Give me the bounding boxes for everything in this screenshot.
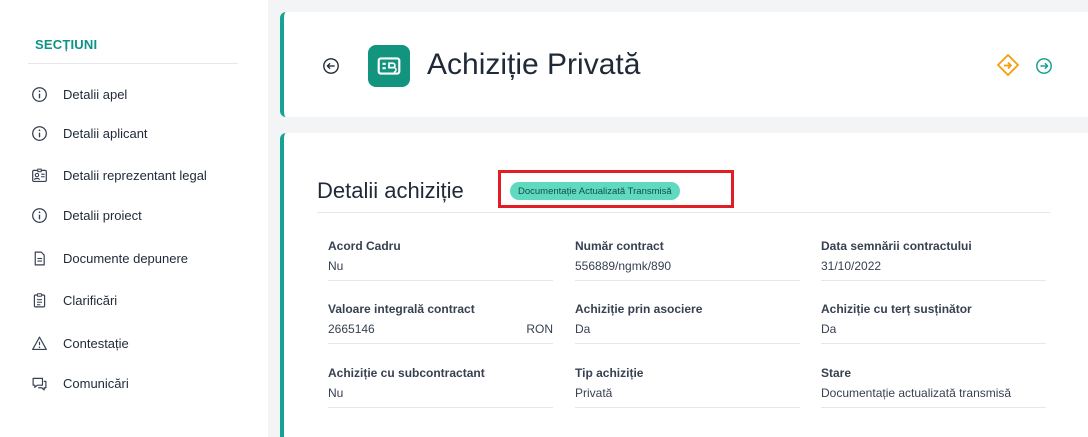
clipboard-icon (30, 291, 48, 309)
field-label: Tip achiziție (575, 366, 644, 380)
page-title: Achiziție Privată (427, 48, 641, 81)
sidebar-item-label: Documente depunere (63, 250, 189, 266)
field-divider (575, 280, 800, 281)
document-icon (30, 249, 48, 267)
field-tip-achizitie: Tip achiziție Privată (575, 366, 800, 408)
highlight-box (498, 170, 734, 208)
sidebar-item-label: Detalii apel (63, 86, 128, 102)
details-card: Detalii achiziție Documentație Actualiza… (280, 133, 1088, 437)
page-header: Achiziție Privată (280, 12, 1088, 117)
title-divider (317, 212, 1050, 213)
field-value-row: 2665146 RON (328, 322, 553, 336)
field-data-semnarii: Data semnării contractului 31/10/2022 (821, 239, 1046, 281)
sidebar-item-label: Comunicări (63, 375, 129, 391)
field-value: Documentație actualizată transmisă (821, 386, 1012, 400)
field-label: Număr contract (575, 239, 664, 253)
field-tert-sustinator: Achiziție cu terț susținător Da (821, 302, 1046, 344)
field-divider (328, 343, 553, 344)
field-divider (328, 407, 553, 408)
info-icon (30, 85, 48, 103)
info-icon (30, 206, 48, 224)
sidebar-item-label: Contestație (63, 335, 129, 351)
forward-arrow-icon[interactable] (1035, 57, 1053, 75)
field-divider (328, 280, 553, 281)
sidebar-item-documente-depunere[interactable]: Documente depunere (28, 245, 253, 271)
info-icon (30, 124, 48, 142)
field-numar-contract: Număr contract 556889/ngmk/890 (575, 239, 800, 281)
sidebar-divider (28, 63, 238, 64)
field-label: Data semnării contractului (821, 239, 972, 253)
field-acord-cadru: Acord Cadru Nu (328, 239, 553, 281)
field-stare: Stare Documentație actualizată transmisă (821, 366, 1046, 408)
field-value: Da (821, 322, 837, 336)
sidebar-item-label: Detalii aplicant (63, 125, 148, 141)
sidebar: SECȚIUNI Detalii apel Detalii aplicant D… (0, 0, 268, 437)
field-label: Achiziție prin asociere (575, 302, 703, 316)
sidebar-item-detalii-reprezentant-legal[interactable]: Detalii reprezentant legal (28, 162, 253, 188)
field-valoare-contract: Valoare integrală contract 2665146 RON (328, 302, 553, 344)
sidebar-item-label: Detalii reprezentant legal (63, 167, 207, 183)
sidebar-item-label: Clarificări (63, 292, 118, 308)
sidebar-item-clarificari[interactable]: Clarificări (28, 287, 253, 313)
field-label: Valoare integrală contract (328, 302, 475, 316)
sidebar-item-comunicari[interactable]: Comunicări (28, 370, 253, 396)
sidebar-item-contestatie[interactable]: Contestație (28, 330, 253, 356)
sidebar-title: SECȚIUNI (35, 37, 98, 52)
section-title: Detalii achiziție (317, 178, 464, 203)
warning-icon (30, 334, 48, 352)
contract-icon (368, 45, 410, 87)
field-divider (821, 407, 1046, 408)
field-divider (575, 343, 800, 344)
field-value: Nu (328, 386, 344, 400)
diamond-arrow-icon[interactable] (996, 53, 1020, 77)
field-divider (575, 407, 800, 408)
field-label: Stare (821, 366, 852, 380)
field-value: 556889/ngmk/890 (575, 259, 672, 273)
sidebar-item-detalii-proiect[interactable]: Detalii proiect (28, 202, 253, 228)
field-label: Achiziție cu subcontractant (328, 366, 485, 380)
field-subcontractant: Achiziție cu subcontractant Nu (328, 366, 553, 408)
field-label: Acord Cadru (328, 239, 401, 253)
sidebar-item-detalii-aplicant[interactable]: Detalii aplicant (28, 120, 253, 146)
currency-unit: RON (526, 322, 553, 336)
sidebar-item-detalii-apel[interactable]: Detalii apel (28, 81, 253, 107)
field-divider (821, 343, 1046, 344)
field-value: 31/10/2022 (821, 259, 882, 273)
id-card-icon (30, 166, 48, 184)
back-arrow-icon[interactable] (322, 57, 340, 75)
field-achizitie-asociere: Achiziție prin asociere Da (575, 302, 800, 344)
chat-icon (30, 374, 48, 392)
field-divider (821, 280, 1046, 281)
field-value: Nu (328, 259, 344, 273)
field-value: 2665146 (328, 322, 375, 336)
sidebar-item-label: Detalii proiect (63, 207, 142, 223)
field-label: Achiziție cu terț susținător (821, 302, 972, 316)
field-value: Privată (575, 386, 613, 400)
field-value: Da (575, 322, 591, 336)
